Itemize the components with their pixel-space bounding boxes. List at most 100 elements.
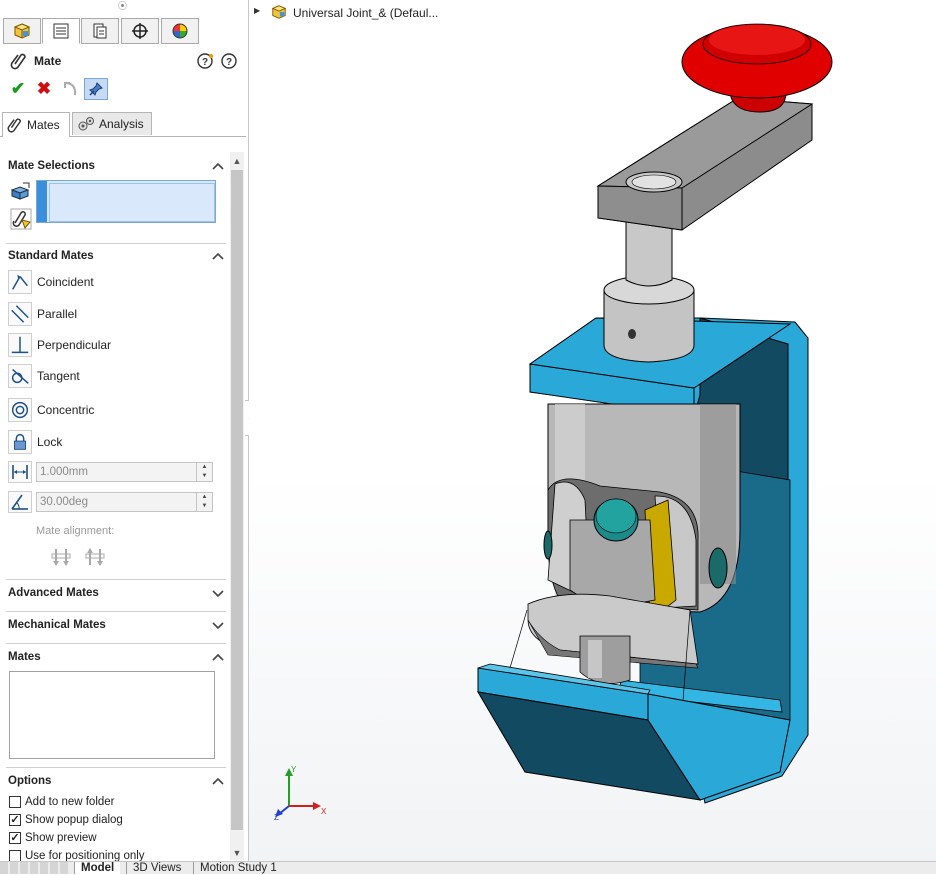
chevron-up-icon[interactable] [210, 649, 226, 665]
perpendicular-mate-button[interactable]: Perpendicular [8, 333, 208, 357]
section-title: Options [8, 775, 52, 787]
option-label: Show popup dialog [25, 814, 123, 826]
scrollbar-thumb[interactable] [231, 170, 243, 830]
tab-mates[interactable]: Mates [2, 112, 70, 137]
tab-motion-study[interactable]: Motion Study 1 [193, 862, 283, 874]
aligned-icon[interactable] [50, 546, 72, 568]
triad-x-label: X [321, 807, 327, 816]
concentric-label: Concentric [37, 403, 95, 417]
tab-analysis-label: Analysis [99, 117, 144, 131]
perpendicular-icon [8, 333, 32, 357]
configuration-manager-icon [93, 23, 107, 39]
tab-scroll-controls[interactable] [0, 862, 70, 874]
distance-input[interactable]: 1.000mm ▲ ▼ [36, 462, 213, 482]
ok-check-icon: ✔ [10, 79, 26, 98]
action-bar: ✔ ✖ [6, 78, 126, 100]
bottom-tab-bar: Model 3D Views Motion Study 1 [0, 861, 936, 874]
chevron-up-icon[interactable] [210, 773, 226, 789]
tab-3d-views[interactable]: 3D Views [126, 862, 187, 874]
spin-up-icon[interactable]: ▲ [197, 463, 212, 472]
undo-button[interactable] [58, 78, 82, 100]
page-title: Mate [34, 54, 62, 68]
angle-value: 30.00deg [40, 496, 88, 508]
dimxpert-manager-tab[interactable] [121, 18, 159, 44]
section-standard-mates[interactable]: Standard Mates [8, 248, 226, 266]
panel-scrollbar[interactable]: ▲ ▼ [230, 152, 244, 860]
mate-selection-list[interactable] [36, 180, 216, 223]
section-title: Mates [8, 651, 41, 663]
analysis-gears-icon [78, 117, 94, 131]
section-title: Mechanical Mates [8, 619, 106, 631]
tab-analysis[interactable]: Analysis [72, 112, 152, 135]
property-manager-tab[interactable] [42, 18, 80, 44]
angle-input[interactable]: 30.00deg ▲ ▼ [36, 492, 213, 512]
cancel-x-icon: ✖ [36, 79, 52, 98]
chevron-down-icon[interactable] [210, 617, 226, 633]
section-mate-selections[interactable]: Mate Selections [8, 158, 226, 176]
panel-grip-icon[interactable]: ⦿ [118, 2, 127, 11]
spin-down-icon[interactable]: ▼ [197, 472, 212, 481]
pushpin-button[interactable]: ? [220, 52, 238, 70]
lock-icon [8, 430, 32, 454]
dimxpert-icon [132, 23, 148, 39]
option-label: Show preview [25, 832, 97, 844]
distance-icon[interactable] [8, 461, 32, 483]
display-manager-icon [172, 23, 188, 39]
configuration-manager-tab[interactable] [81, 18, 119, 44]
section-mates[interactable]: Mates [8, 649, 226, 667]
display-manager-tab[interactable] [161, 18, 199, 44]
flyout-feature-tree[interactable]: ▶ Universal Joint_& (Defaul... [252, 4, 472, 22]
tangent-label: Tangent [37, 369, 80, 383]
help-button[interactable]: ? [196, 52, 214, 70]
ok-button[interactable]: ✔ [6, 78, 30, 100]
scroll-down-icon[interactable]: ▼ [230, 846, 244, 860]
spin-down-icon[interactable]: ▼ [197, 502, 212, 511]
lock-mate-button[interactable]: Lock [8, 430, 208, 454]
lock-label: Lock [37, 435, 63, 449]
concentric-mate-button[interactable]: Concentric [8, 398, 208, 422]
tab-mates-label: Mates [27, 118, 60, 132]
help-icon: ? [197, 53, 213, 69]
spin-up-icon[interactable]: ▲ [197, 493, 212, 502]
feature-manager-tab[interactable] [3, 18, 41, 44]
scroll-up-icon[interactable]: ▲ [230, 154, 244, 168]
keep-visible-button[interactable] [84, 78, 108, 100]
section-mechanical-mates[interactable]: Mechanical Mates [8, 617, 226, 635]
distance-value: 1.000mm [40, 466, 88, 478]
multiple-mate-mode-icon[interactable] [10, 208, 32, 230]
checkbox[interactable] [9, 796, 21, 808]
tab-model[interactable]: Model [74, 862, 121, 874]
option-label: Add to new folder [25, 796, 115, 808]
perpendicular-label: Perpendicular [37, 338, 112, 352]
add-to-new-folder-option[interactable]: Add to new folder [9, 795, 209, 811]
undo-icon [64, 82, 77, 96]
universal-joint-model[interactable] [249, 0, 936, 861]
checkbox[interactable] [9, 850, 21, 861]
coincident-mate-button[interactable]: Coincident [8, 270, 208, 294]
section-advanced-mates[interactable]: Advanced Mates [8, 585, 226, 603]
svg-text:?: ? [226, 57, 232, 68]
show-preview-option[interactable]: ✓ Show preview [9, 831, 209, 847]
section-title: Standard Mates [8, 250, 94, 262]
chevron-up-icon[interactable] [210, 248, 226, 264]
parallel-mate-button[interactable]: Parallel [8, 302, 208, 326]
checkbox[interactable]: ✓ [9, 814, 21, 826]
svg-text:?: ? [202, 57, 208, 68]
mates-list-box[interactable] [9, 671, 215, 759]
tangent-mate-button[interactable]: Tangent [8, 364, 208, 388]
checkbox[interactable]: ✓ [9, 832, 21, 844]
section-options[interactable]: Options [8, 773, 226, 791]
anti-aligned-icon[interactable] [84, 546, 106, 568]
parallel-icon [8, 302, 32, 326]
angle-icon[interactable] [8, 491, 32, 513]
graphics-area[interactable]: Y X Z [249, 0, 936, 861]
show-popup-dialog-option[interactable]: ✓ Show popup dialog [9, 813, 209, 829]
section-title: Advanced Mates [8, 587, 99, 599]
keep-visible-pin-icon [89, 82, 103, 96]
cancel-button[interactable]: ✖ [32, 78, 56, 100]
expand-arrow-icon[interactable]: ▶ [254, 6, 260, 15]
paperclip-icon [7, 118, 22, 133]
chevron-down-icon[interactable] [210, 585, 226, 601]
use-for-positioning-only-option[interactable]: Use for positioning only [9, 849, 209, 861]
chevron-up-icon[interactable] [210, 158, 226, 174]
